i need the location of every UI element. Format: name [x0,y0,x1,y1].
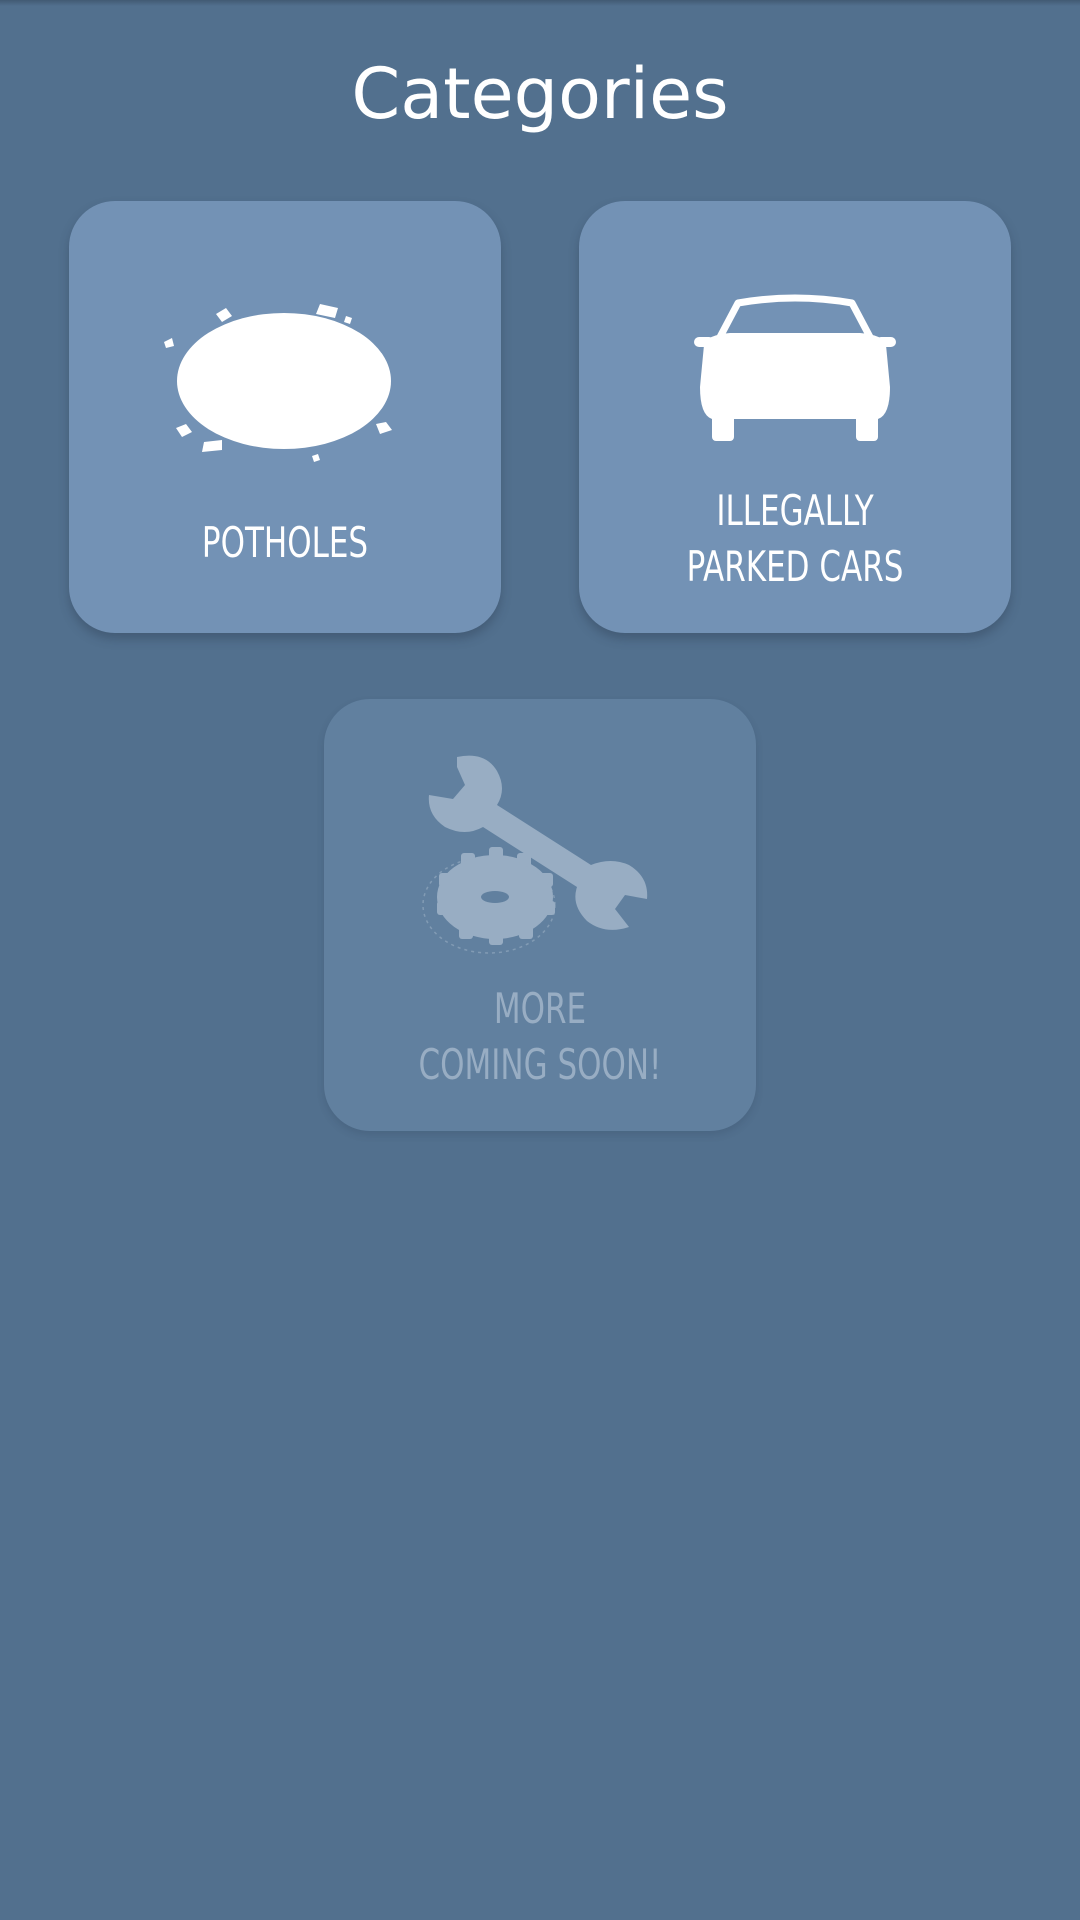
page-title: Categories [351,53,729,135]
category-label-potholes: POTHOLES [201,518,369,567]
categories-screen: Categories POTHOLES ILLEGALLY PARKED CAR… [0,0,1080,1920]
pothole-icon [69,296,501,470]
category-label-illegally-parked-cars: ILLEGALLY PARKED CARS [686,486,904,591]
status-bar-shadow [0,0,1080,6]
category-card-potholes[interactable]: POTHOLES [69,201,501,633]
category-label-more-coming-soon: MORE COMING SOON! [418,984,662,1089]
category-card-more-coming-soon: MORE COMING SOON! [324,699,756,1131]
car-icon [579,287,1011,451]
wrench-gear-icon [324,749,756,963]
category-card-illegally-parked-cars[interactable]: ILLEGALLY PARKED CARS [579,201,1011,633]
